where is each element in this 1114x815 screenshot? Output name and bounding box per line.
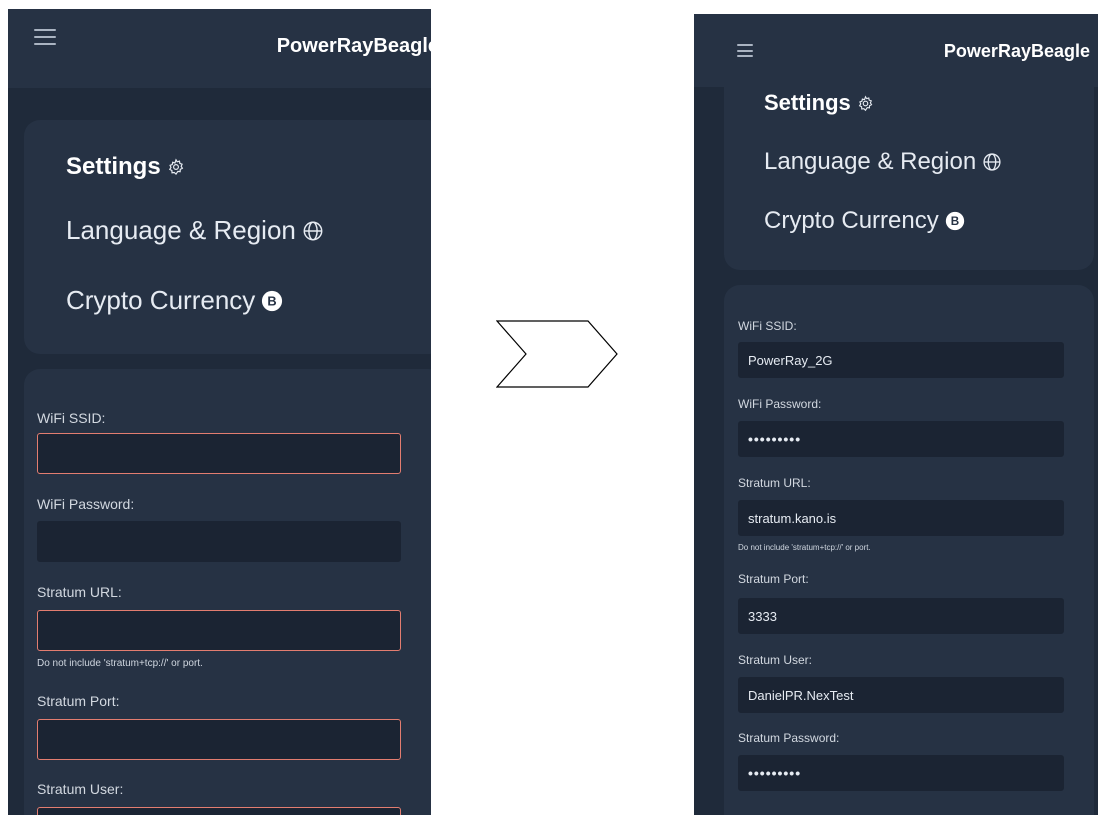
menu-item-settings[interactable]: Settings: [764, 90, 874, 116]
stratum-port-input[interactable]: [37, 719, 401, 760]
menu-item-label: Language & Region: [66, 215, 296, 245]
bitcoin-icon: B: [945, 211, 965, 231]
wifi-password-label: WiFi Password:: [37, 496, 135, 512]
wifi-ssid-input[interactable]: [738, 342, 1064, 378]
after-screen: Settings Language & Region Crypto Curren…: [694, 14, 1098, 815]
stratum-password-label: Stratum Password:: [738, 731, 840, 745]
stratum-user-input[interactable]: [738, 677, 1064, 713]
stratum-port-input[interactable]: [738, 598, 1064, 634]
wifi-ssid-input[interactable]: [37, 433, 401, 474]
gear-icon: [857, 94, 874, 112]
menu-item-label: Crypto Currency: [66, 285, 256, 315]
stratum-url-hint: Do not include 'stratum+tcp://' or port.: [738, 543, 871, 552]
hamburger-menu-icon[interactable]: [34, 29, 56, 45]
menu-item-label: Settings: [66, 153, 161, 180]
wifi-ssid-label: WiFi SSID:: [738, 319, 797, 333]
wifi-password-input[interactable]: [738, 421, 1064, 457]
stratum-user-label: Stratum User:: [37, 781, 124, 797]
menu-item-settings[interactable]: Settings: [66, 153, 185, 181]
svg-text:B: B: [268, 293, 277, 308]
settings-menu-card: Settings Language & Region Crypto Curren…: [24, 120, 431, 354]
stratum-url-hint: Do not include 'stratum+tcp://' or port.: [37, 658, 203, 669]
menu-item-label: Crypto Currency: [764, 207, 939, 234]
menu-item-language-region[interactable]: Language & Region: [764, 148, 1002, 176]
stratum-user-input[interactable]: [37, 807, 401, 815]
before-screen: PowerRayBeagle Settings Language & Regio…: [8, 9, 431, 815]
menu-item-label: Language & Region: [764, 148, 977, 175]
wifi-password-input[interactable]: [37, 521, 401, 562]
stratum-url-input[interactable]: [37, 610, 401, 651]
app-title: PowerRayBeagle: [943, 41, 1090, 61]
menu-item-crypto-currency[interactable]: Crypto Currency B: [66, 285, 283, 316]
stratum-port-label: Stratum Port:: [738, 572, 809, 586]
menu-item-language-region[interactable]: Language & Region: [66, 215, 324, 246]
stratum-url-label: Stratum URL:: [37, 584, 122, 600]
stratum-url-input[interactable]: [738, 500, 1064, 536]
stratum-password-input[interactable]: [738, 755, 1064, 791]
menu-item-crypto-currency[interactable]: Crypto Currency B: [764, 207, 965, 235]
stratum-user-label: Stratum User:: [738, 653, 813, 667]
gear-icon: [167, 158, 185, 176]
wifi-ssid-label: WiFi SSID:: [37, 410, 106, 426]
app-header: PowerRayBeagle: [8, 9, 431, 88]
chevron-right-arrow-icon: [495, 320, 618, 393]
bitcoin-icon: B: [261, 290, 283, 312]
globe-icon: [982, 152, 1002, 172]
menu-item-label: Settings: [764, 90, 851, 115]
stratum-url-label: Stratum URL:: [738, 476, 811, 490]
app-title: PowerRayBeagle: [276, 35, 431, 57]
globe-icon: [302, 220, 324, 242]
app-header: PowerRayBeagle: [694, 14, 1098, 87]
wifi-password-label: WiFi Password:: [738, 397, 822, 411]
svg-text:B: B: [951, 215, 959, 228]
hamburger-menu-icon[interactable]: [737, 44, 753, 57]
stratum-port-label: Stratum Port:: [37, 693, 120, 709]
